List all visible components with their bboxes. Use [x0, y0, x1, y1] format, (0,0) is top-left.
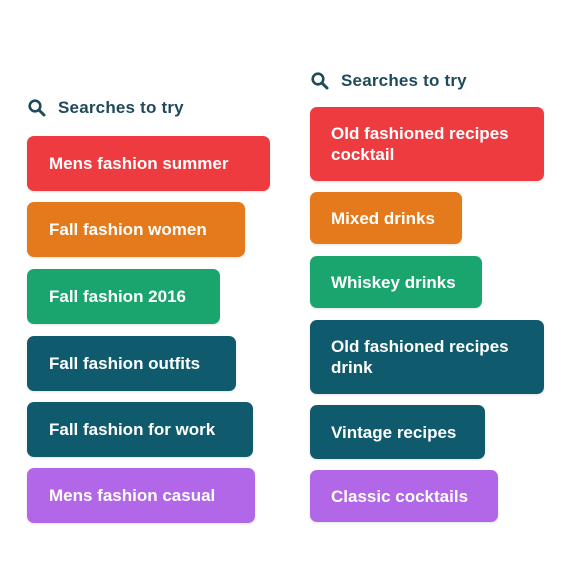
search-suggestion-mixed-drinks[interactable]: Mixed drinks	[310, 192, 462, 244]
search-suggestion-label: Mixed drinks	[331, 208, 435, 228]
search-suggestion-fall-fashion-outfits[interactable]: Fall fashion outfits	[27, 336, 236, 391]
search-suggestion-label: Mens fashion casual	[49, 486, 216, 505]
search-icon	[27, 97, 49, 119]
search-suggestion-fall-fashion-for-work[interactable]: Fall fashion for work	[27, 402, 253, 457]
search-suggestion-label: Fall fashion for work	[49, 420, 216, 439]
search-icon	[310, 70, 332, 92]
search-suggestion-old-fashioned-recipes-cocktail[interactable]: Old fashioned recipes cocktail	[310, 107, 544, 181]
search-suggestion-fall-fashion-women[interactable]: Fall fashion women	[27, 202, 245, 257]
search-suggestion-classic-cocktails[interactable]: Classic cocktails	[310, 470, 498, 522]
search-suggestion-label: Vintage recipes	[331, 422, 457, 442]
search-suggestion-label: Fall fashion 2016	[49, 287, 186, 306]
search-suggestion-label: Fall fashion women	[49, 220, 207, 239]
search-suggestion-vintage-recipes[interactable]: Vintage recipes	[310, 405, 485, 459]
search-suggestion-whiskey-drinks[interactable]: Whiskey drinks	[310, 256, 482, 308]
left-searches-heading: Searches to try	[27, 94, 184, 122]
search-suggestion-label: Mens fashion summer	[49, 154, 229, 173]
search-suggestion-mens-fashion-casual[interactable]: Mens fashion casual	[27, 468, 255, 523]
search-suggestion-label: Old fashioned recipes cocktail	[331, 124, 509, 164]
right-searches-heading: Searches to try	[310, 67, 467, 95]
search-suggestion-label: Old fashioned recipes drink	[331, 337, 509, 377]
search-suggestion-label: Classic cocktails	[331, 486, 469, 506]
search-suggestion-mens-fashion-summer[interactable]: Mens fashion summer	[27, 136, 270, 191]
search-suggestion-old-fashioned-recipes-drink[interactable]: Old fashioned recipes drink	[310, 320, 544, 394]
search-suggestion-label: Whiskey drinks	[331, 272, 456, 292]
right-searches-heading-text: Searches to try	[341, 71, 467, 90]
left-searches-heading-text: Searches to try	[58, 98, 184, 117]
search-suggestion-fall-fashion-2016[interactable]: Fall fashion 2016	[27, 269, 220, 324]
search-suggestion-label: Fall fashion outfits	[49, 354, 201, 373]
